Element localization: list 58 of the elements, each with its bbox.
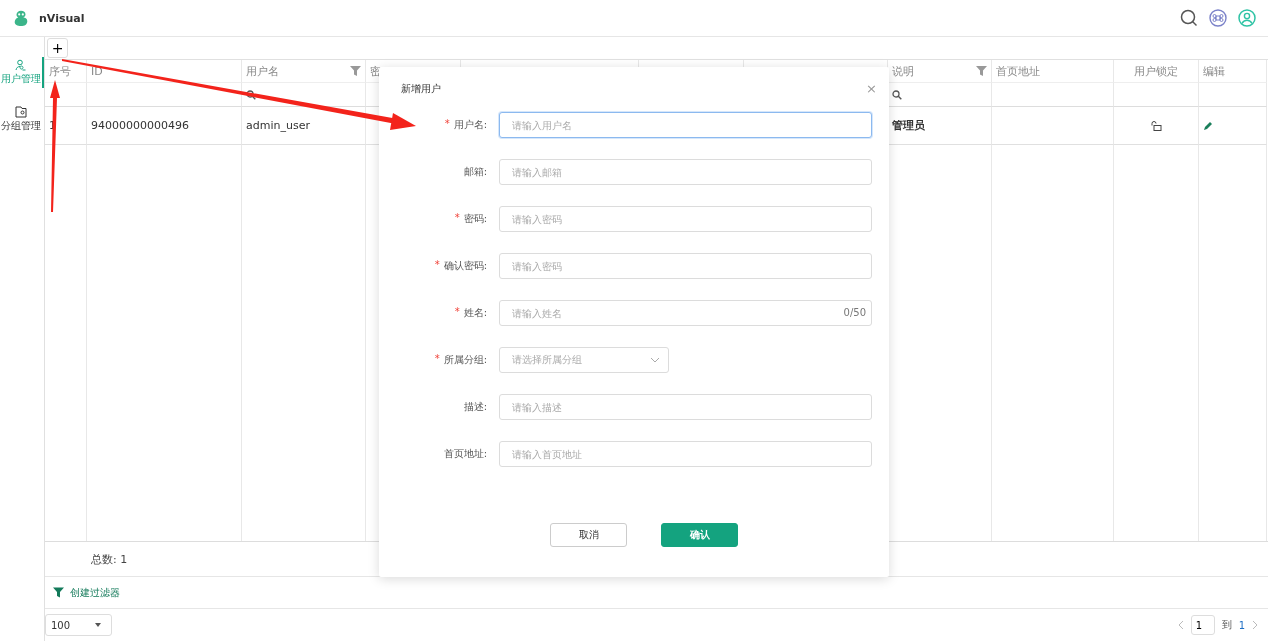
dialog-title: 新增用户 (401, 81, 441, 96)
field-label: 用户名: (453, 118, 487, 132)
input-field[interactable]: 请输入密码 (499, 206, 872, 232)
field-label: 邮箱: (463, 165, 487, 179)
column-header: 用户锁定 (1134, 63, 1178, 79)
input-field[interactable]: 请输入描述 (499, 394, 872, 420)
input-field[interactable]: 请输入用户名 (499, 112, 872, 138)
previous-page-icon[interactable] (1177, 620, 1184, 630)
page-to-label: 到 (1221, 618, 1232, 632)
column-header: 密 (370, 63, 381, 79)
column-header: 首页地址 (996, 63, 1040, 79)
table-cell: 管理员 (892, 118, 925, 133)
filter-icon[interactable] (350, 66, 361, 76)
command-icon[interactable] (1209, 9, 1227, 27)
create-filter-link[interactable]: 创建过滤器 (53, 585, 120, 600)
logo-icon (12, 8, 30, 28)
input-field[interactable]: 请输入首页地址 (499, 441, 872, 467)
user-icon[interactable] (1238, 9, 1256, 27)
field-label: 首页地址: (443, 447, 487, 461)
caret-icon (95, 623, 101, 627)
required-mark: * (434, 259, 440, 272)
unlocked-icon[interactable] (1150, 120, 1162, 131)
chevron-down-icon (650, 357, 660, 363)
total-pages: 1 (1238, 619, 1245, 631)
field-label: 描述: (463, 400, 487, 414)
next-page-icon[interactable] (1252, 620, 1258, 630)
required-mark: * (454, 212, 460, 225)
column-header: ID (91, 64, 103, 78)
user-icon (15, 59, 27, 71)
field-label: 所属分组: (443, 353, 487, 367)
field-label: 密码: (463, 212, 487, 226)
total-count: 总数: 1 (91, 551, 128, 567)
required-mark: * (434, 353, 440, 366)
required-mark: * (444, 118, 450, 131)
folder-icon (15, 106, 27, 118)
table-cell: 94000000000496 (91, 119, 189, 132)
cancel-button[interactable]: 取消 (550, 523, 627, 547)
field-label: 确认密码: (443, 259, 487, 273)
table-cell: admin_user (246, 119, 310, 132)
column-header: 说明 (892, 63, 914, 79)
input-field[interactable]: 请输入邮箱 (499, 159, 872, 185)
column-header: 用户名 (246, 63, 279, 79)
character-counter: 0/50 (843, 307, 866, 318)
filter-icon (53, 587, 64, 598)
add-button[interactable]: + (47, 38, 68, 58)
search-icon[interactable] (1180, 9, 1198, 27)
column-header: 编辑 (1203, 63, 1225, 79)
filter-icon[interactable] (976, 66, 987, 76)
required-mark: * (454, 306, 460, 319)
sidebar-item[interactable]: 分组管理 (0, 104, 44, 135)
page-input[interactable]: 1 (1190, 615, 1215, 635)
edit-icon[interactable] (1203, 120, 1213, 131)
field-label: 姓名: (463, 306, 487, 320)
input-field[interactable]: 请输入密码 (499, 253, 872, 279)
page-size-select[interactable]: 100 (45, 614, 112, 636)
search-icon[interactable] (892, 89, 902, 100)
column-header: 序号 (49, 63, 71, 79)
app-name: nVisual (39, 11, 85, 25)
